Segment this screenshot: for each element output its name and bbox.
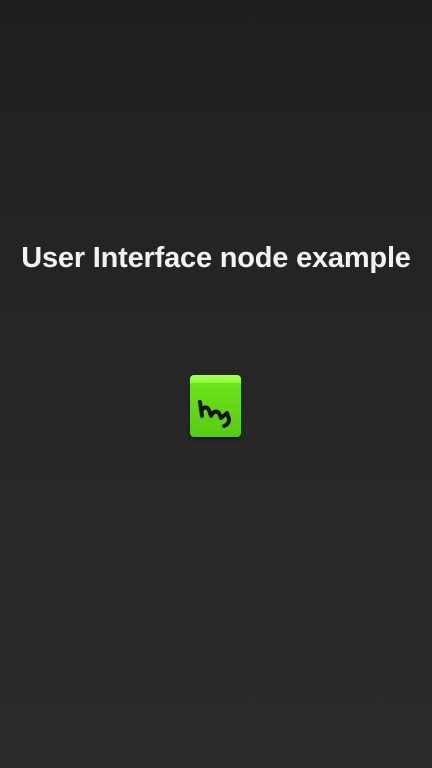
- hy-cube-logo-icon: [190, 375, 241, 437]
- app-screen: User Interface node example: [0, 0, 432, 768]
- page-title: User Interface node example: [21, 242, 411, 274]
- logo-glyph: [198, 400, 231, 428]
- logo-cube-face: [190, 383, 241, 437]
